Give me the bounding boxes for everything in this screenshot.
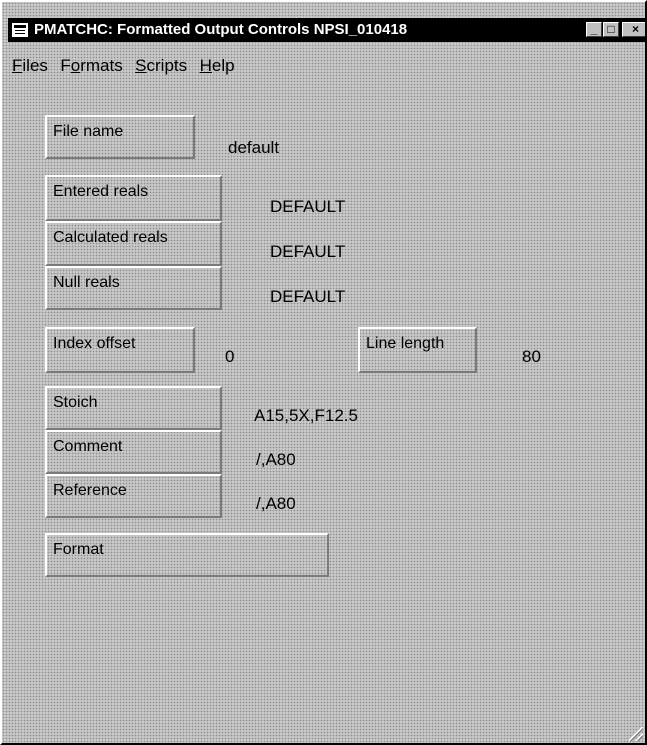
menu-files[interactable]: Files [12,56,48,76]
line-length-value: 80 [522,347,541,366]
menu-scripts-rest: cripts [146,56,188,75]
formatted-output-controls-window: PMATCHC: Formatted Output Controls NPSI_… [0,0,647,745]
comment-button[interactable]: Comment [45,430,222,474]
line-length-button[interactable]: Line length [358,327,477,373]
menu-help-rest: elp [211,56,235,75]
window-title: PMATCHC: Formatted Output Controls NPSI_… [34,21,408,38]
title-bar[interactable]: PMATCHC: Formatted Output Controls NPSI_… [8,18,645,42]
index-offset-value: 0 [225,347,235,366]
index-offset-button[interactable]: Index offset [45,327,195,373]
calculated-reals-button[interactable]: Calculated reals [45,221,222,266]
menu-formats-accel: o [70,56,81,75]
format-button[interactable]: Format [45,533,329,577]
menu-help-accel: H [199,56,212,75]
menu-formats[interactable]: Formats [60,56,122,76]
close-button[interactable]: × [622,22,645,37]
stoich-value: A15,5X,F12.5 [254,406,358,425]
menu-help[interactable]: Help [200,56,235,76]
reference-button[interactable]: Reference [45,474,222,518]
entered-reals-button[interactable]: Entered reals [45,175,222,221]
comment-value: /,A80 [256,450,296,469]
menu-bar: Files Formats Scripts Help [12,56,243,78]
menu-formats-pre: F [60,56,71,75]
stoich-button[interactable]: Stoich [45,386,222,430]
entered-reals-value: DEFAULT [270,197,346,216]
file-name-button[interactable]: File name [45,115,195,159]
reference-value: /,A80 [256,494,296,513]
menu-formats-rest: rmats [80,56,123,75]
null-reals-button[interactable]: Null reals [45,266,222,310]
app-icon[interactable] [12,23,28,37]
maximize-button[interactable]: □ [603,22,619,37]
calculated-reals-value: DEFAULT [270,242,346,261]
menu-scripts-accel: S [135,56,147,75]
minimize-button[interactable]: _ [586,22,602,37]
null-reals-value: DEFAULT [270,287,346,306]
file-name-value: default [228,138,280,157]
menu-files-rest: iles [22,56,48,75]
resize-grip[interactable] [629,727,643,741]
menu-scripts[interactable]: Scripts [135,56,187,76]
menu-files-accel: F [12,56,23,75]
